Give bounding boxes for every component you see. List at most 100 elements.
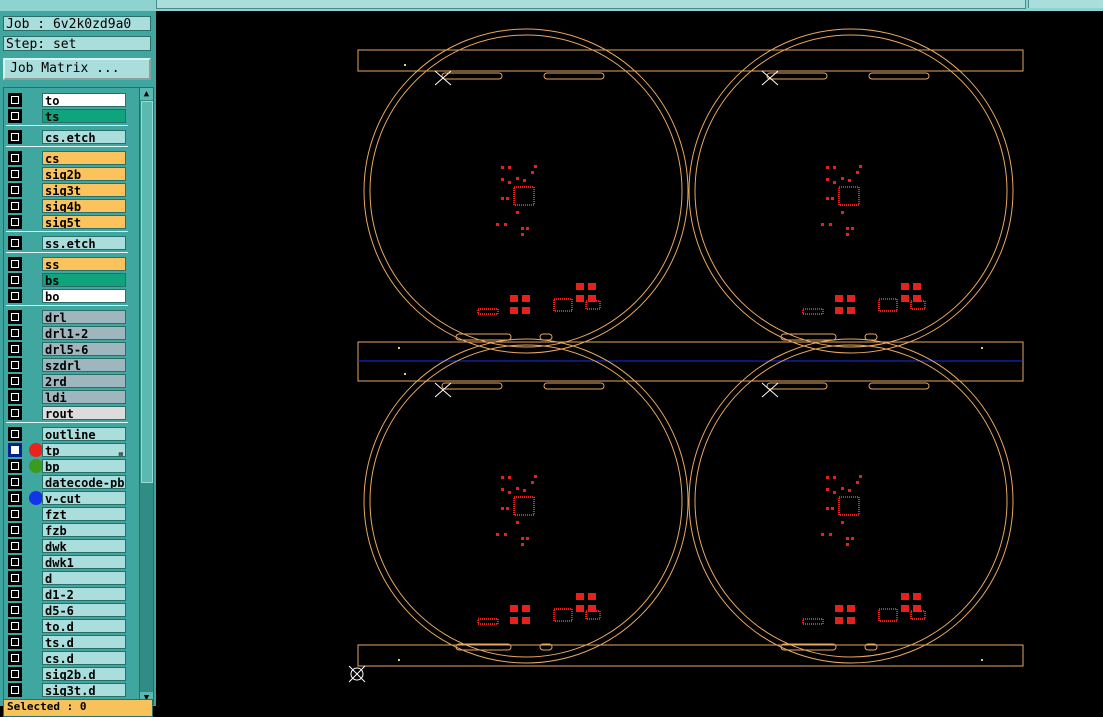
layer-checkbox[interactable] [8,358,22,372]
layer-name[interactable]: bs [42,273,126,287]
layer-row-drl[interactable]: drl [4,309,139,325]
layer-row-sig4b[interactable]: sig4b [4,198,139,214]
layer-row-sig2b-d[interactable]: sig2b.d [4,666,139,682]
job-matrix-button[interactable]: Job Matrix ... [3,58,151,80]
layer-row-bs[interactable]: bs [4,272,139,288]
layer-checkbox[interactable] [8,555,22,569]
layer-checkbox[interactable] [8,587,22,601]
layer-checkbox[interactable] [8,651,22,665]
layer-checkbox[interactable] [8,667,22,681]
layer-row-outline[interactable]: outline [4,426,139,442]
layer-checkbox[interactable] [8,342,22,356]
command-field[interactable] [156,0,1026,9]
layer-row-bp[interactable]: bp [4,458,139,474]
layer-checkbox[interactable] [8,310,22,324]
layer-name[interactable]: drl [42,310,126,324]
layer-checkbox[interactable] [8,167,22,181]
layer-checkbox[interactable] [8,215,22,229]
layer-row-fzb[interactable]: fzb [4,522,139,538]
layer-name[interactable]: cs.etch [42,130,126,144]
layer-name[interactable]: dwk [42,539,126,553]
layer-checkbox[interactable] [8,130,22,144]
layer-name[interactable]: szdrl [42,358,126,372]
layer-name[interactable]: fzb [42,523,126,537]
layer-row-2rd[interactable]: 2rd [4,373,139,389]
layer-row-szdrl[interactable]: szdrl [4,357,139,373]
layer-row-dwk1[interactable]: dwk1 [4,554,139,570]
layer-checkbox[interactable] [8,683,22,697]
layer-checkbox[interactable] [8,273,22,287]
layer-name[interactable]: dwk1 [42,555,126,569]
layer-row-ts[interactable]: ts [4,108,139,124]
layer-name[interactable]: fzt [42,507,126,521]
layer-name[interactable]: ts [42,109,126,123]
layer-name[interactable]: ts.d [42,635,126,649]
layer-row-drl5-6[interactable]: drl5-6 [4,341,139,357]
layer-name[interactable]: tp ▦ [42,443,126,457]
layer-name[interactable]: sig3t.d [42,683,126,697]
layer-name[interactable]: sig4b [42,199,126,213]
layer-row-d[interactable]: d [4,570,139,586]
layer-row-dwk[interactable]: dwk [4,538,139,554]
layer-row-fzt[interactable]: fzt [4,506,139,522]
scroll-thumb[interactable] [141,101,153,483]
layer-row-ss-etch[interactable]: ss.etch [4,235,139,251]
layer-name[interactable]: drl5-6 [42,342,126,356]
layer-name[interactable]: d5-6 [42,603,126,617]
layer-name[interactable]: sig5t [42,215,126,229]
layer-checkbox[interactable] [8,571,22,585]
layer-row-sig5t[interactable]: sig5t [4,214,139,230]
layer-row-sig2b[interactable]: sig2b [4,166,139,182]
layer-name[interactable]: sig2b [42,167,126,181]
layer-row-rout[interactable]: rout [4,405,139,421]
graphics-canvas[interactable] [156,11,1103,706]
layer-name[interactable]: datecode-pbe [42,475,126,489]
layer-checkbox[interactable] [8,523,22,537]
layer-row-ldi[interactable]: ldi [4,389,139,405]
layer-name[interactable]: bo [42,289,126,303]
layer-checkbox[interactable] [8,443,22,457]
layer-row-to-d[interactable]: to.d [4,618,139,634]
layer-name[interactable]: ss [42,257,126,271]
layer-checkbox[interactable] [8,459,22,473]
layer-row-v-cut[interactable]: v-cut [4,490,139,506]
layer-name[interactable]: to [42,93,126,107]
layer-name[interactable]: cs [42,151,126,165]
layer-checkbox[interactable] [8,326,22,340]
layer-name[interactable]: sig2b.d [42,667,126,681]
layer-row-cs-etch[interactable]: cs.etch [4,129,139,145]
layer-checkbox[interactable] [8,289,22,303]
layer-checkbox[interactable] [8,109,22,123]
layer-checkbox[interactable] [8,539,22,553]
layer-row-sig3t-d[interactable]: sig3t.d [4,682,139,698]
layer-checkbox[interactable] [8,507,22,521]
layer-name[interactable]: sig3t [42,183,126,197]
layer-name[interactable]: to.d [42,619,126,633]
layer-row-d1-2[interactable]: d1-2 [4,586,139,602]
layer-name[interactable]: drl1-2 [42,326,126,340]
layer-checkbox[interactable] [8,427,22,441]
layer-checkbox[interactable] [8,619,22,633]
layer-row-d5-6[interactable]: d5-6 [4,602,139,618]
layer-name[interactable]: d1-2 [42,587,126,601]
layer-row-datecode-pbe[interactable]: datecode-pbe [4,474,139,490]
layer-checkbox[interactable] [8,236,22,250]
layer-name[interactable]: v-cut [42,491,126,505]
layer-checkbox[interactable] [8,199,22,213]
layer-row-tp[interactable]: tp ▦ [4,442,139,458]
layer-checkbox[interactable] [8,390,22,404]
layer-row-bo[interactable]: bo [4,288,139,304]
layer-checkbox[interactable] [8,406,22,420]
scroll-up-arrow-icon[interactable]: ▲ [140,88,153,100]
layer-checkbox[interactable] [8,374,22,388]
layer-checkbox[interactable] [8,475,22,489]
layer-checkbox[interactable] [8,257,22,271]
layer-row-drl1-2[interactable]: drl1-2 [4,325,139,341]
layer-name[interactable]: ldi [42,390,126,404]
layer-checkbox[interactable] [8,183,22,197]
layer-name[interactable]: rout [42,406,126,420]
layer-row-cs-d[interactable]: cs.d [4,650,139,666]
layer-checkbox[interactable] [8,635,22,649]
layer-row-sig3t[interactable]: sig3t [4,182,139,198]
layer-name[interactable]: ss.etch [42,236,126,250]
